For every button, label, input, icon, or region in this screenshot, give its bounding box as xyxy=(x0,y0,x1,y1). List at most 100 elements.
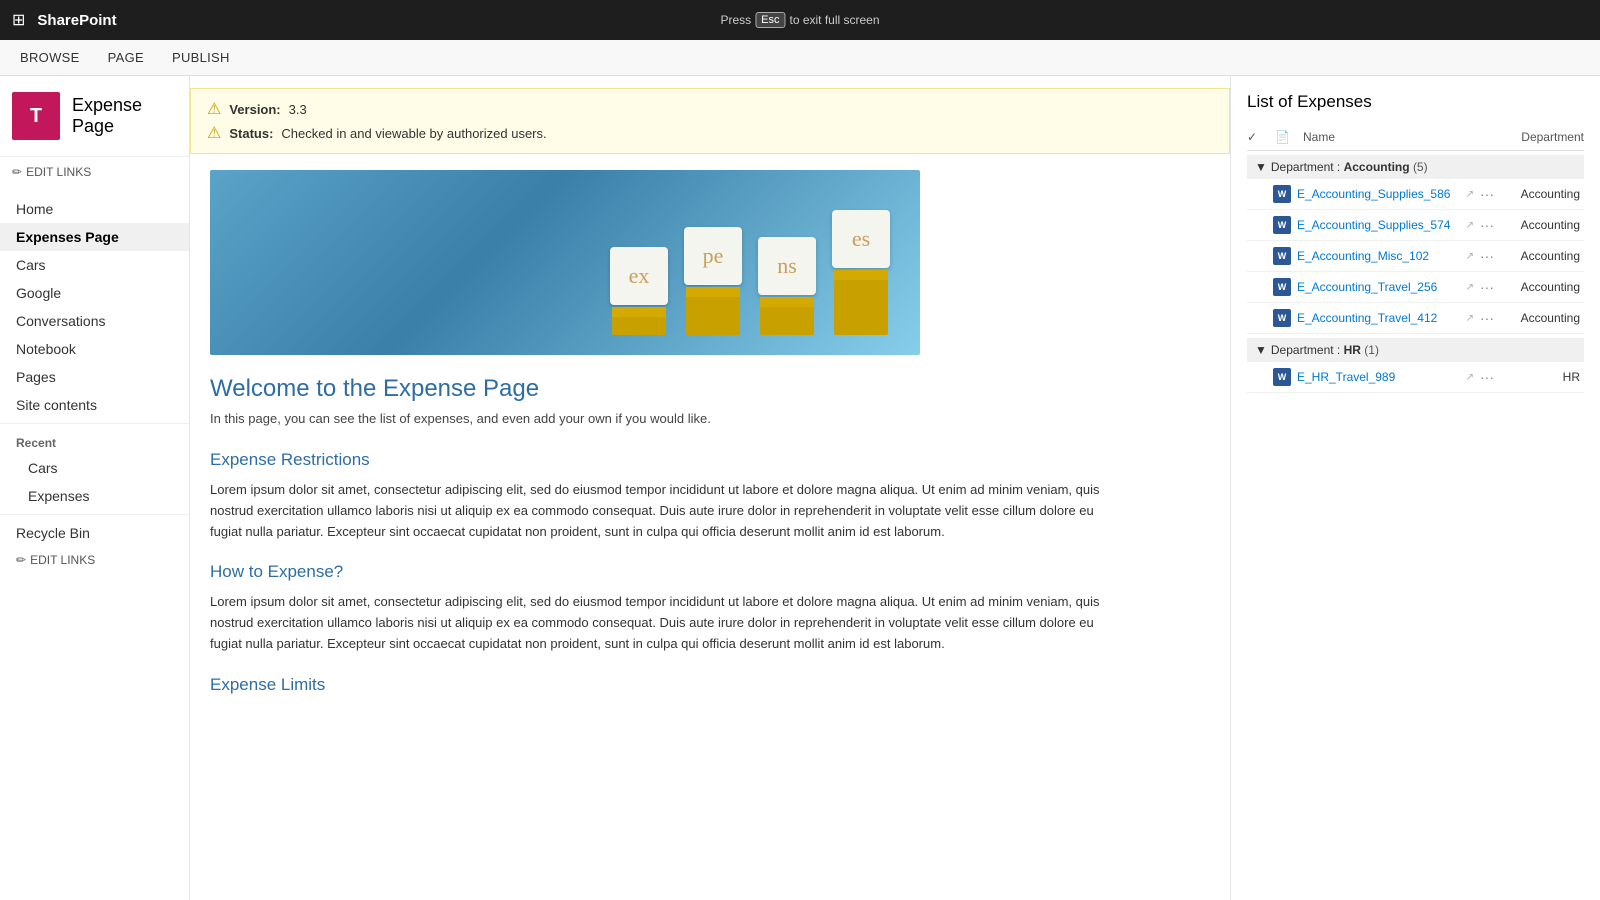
file-icon-4: W xyxy=(1273,278,1291,296)
coin-base-3 xyxy=(760,297,814,335)
ribbon-tab-browse[interactable]: BROWSE xyxy=(16,42,84,73)
welcome-subtitle: In this page, you can see the list of ex… xyxy=(210,411,1110,426)
sidebar-item-home[interactable]: Home xyxy=(0,195,189,223)
col-icon-header: 📄 xyxy=(1275,130,1295,144)
warning-icon: ⚠ xyxy=(207,99,221,119)
collapse-hr-icon: ▼ xyxy=(1255,343,1267,357)
expense-dept-1: Accounting xyxy=(1500,187,1580,201)
top-bar: ⊞ SharePoint Press Esc to exit full scre… xyxy=(0,0,1600,40)
file-icon-2: W xyxy=(1273,216,1291,234)
sidebar-item-recent-expenses[interactable]: Expenses xyxy=(0,482,189,510)
link-icon-1: ↗ xyxy=(1466,189,1474,200)
expense-name-hr-1[interactable]: E_HR_Travel_989 xyxy=(1297,370,1460,384)
section-title-restrictions: Expense Restrictions xyxy=(210,450,1110,470)
version-banner: ⚠ Version: 3.3 ⚠ Status: Checked in and … xyxy=(190,88,1230,154)
status-row: ⚠ Status: Checked in and viewable by aut… xyxy=(207,123,1213,143)
sidebar-item-pages[interactable]: Pages xyxy=(0,363,189,391)
sidebar-item-recent-cars[interactable]: Cars xyxy=(0,454,189,482)
link-icon-2: ↗ xyxy=(1466,220,1474,231)
expense-row-accounting-3[interactable]: W E_Accounting_Misc_102 ↗ ··· Accounting xyxy=(1247,241,1584,272)
pencil-icon: ✏ xyxy=(12,165,22,179)
main-content: Welcome to the Expense Page In this page… xyxy=(190,375,1130,695)
sidebar-divider xyxy=(0,423,189,424)
page-title: Expense Page xyxy=(72,95,177,137)
coin-stack-2: pe xyxy=(684,227,742,335)
coin-tile-4: es xyxy=(832,210,890,268)
ribbon-bar: BROWSE PAGE PUBLISH xyxy=(0,40,1600,76)
recycle-bin[interactable]: Recycle Bin xyxy=(0,519,189,547)
ribbon-tab-publish[interactable]: PUBLISH xyxy=(168,42,234,73)
dept-group-hr-label: Department : HR (1) xyxy=(1271,343,1379,357)
pencil-bottom-icon: ✏ xyxy=(16,553,26,567)
waffle-icon[interactable]: ⊞ xyxy=(12,10,25,30)
expense-row-hr-1[interactable]: W E_HR_Travel_989 ↗ ··· HR xyxy=(1247,362,1584,393)
expense-name-4[interactable]: E_Accounting_Travel_256 xyxy=(1297,280,1460,294)
edit-links-bottom-button[interactable]: ✏ EDIT LINKS xyxy=(0,547,189,573)
expense-row-accounting-1[interactable]: W E_Accounting_Supplies_586 ↗ ··· Accoun… xyxy=(1247,179,1584,210)
sidebar-divider-2 xyxy=(0,514,189,515)
avatar: T xyxy=(12,92,60,140)
sidebar-item-google[interactable]: Google xyxy=(0,279,189,307)
edit-links-bottom-label: EDIT LINKS xyxy=(30,553,95,567)
collapse-accounting-icon: ▼ xyxy=(1255,160,1267,174)
expense-row-accounting-4[interactable]: W E_Accounting_Travel_256 ↗ ··· Accounti… xyxy=(1247,272,1584,303)
edit-links-top-button[interactable]: ✏ EDIT LINKS xyxy=(12,163,177,181)
more-icon-1[interactable]: ··· xyxy=(1480,186,1494,202)
more-icon-5[interactable]: ··· xyxy=(1480,310,1494,326)
more-icon-4[interactable]: ··· xyxy=(1480,279,1494,295)
file-icon-1: W xyxy=(1273,185,1291,203)
expense-name-1[interactable]: E_Accounting_Supplies_586 xyxy=(1297,187,1460,201)
dept-group-hr[interactable]: ▼ Department : HR (1) xyxy=(1247,338,1584,362)
coin-stack-4: es xyxy=(832,210,890,335)
status-value: Checked in and viewable by authorized us… xyxy=(281,126,546,141)
sidebar-item-notebook[interactable]: Notebook xyxy=(0,335,189,363)
version-value: 3.3 xyxy=(289,102,307,117)
user-area: T Expense Page xyxy=(0,76,189,157)
coin-base-1 xyxy=(612,307,666,335)
expense-name-2[interactable]: E_Accounting_Supplies_574 xyxy=(1297,218,1460,232)
sidebar-item-site-contents[interactable]: Site contents xyxy=(0,391,189,419)
esc-hint: Press Esc to exit full screen xyxy=(720,12,879,28)
version-row: ⚠ Version: 3.3 xyxy=(207,99,1213,119)
expense-name-3[interactable]: E_Accounting_Misc_102 xyxy=(1297,249,1460,263)
file-icon-3: W xyxy=(1273,247,1291,265)
coin-tile-1: ex xyxy=(610,247,668,305)
coin-base-2 xyxy=(686,287,740,335)
hero-image: ex pe ns es xyxy=(210,170,920,355)
status-label: Status: xyxy=(229,126,273,141)
sidebar-item-cars[interactable]: Cars xyxy=(0,251,189,279)
app-title: SharePoint xyxy=(37,12,116,29)
ribbon-tab-page[interactable]: PAGE xyxy=(104,42,148,73)
dept-group-accounting-label: Department : Accounting (5) xyxy=(1271,160,1428,174)
more-icon-2[interactable]: ··· xyxy=(1480,217,1494,233)
expense-row-accounting-2[interactable]: W E_Accounting_Supplies_574 ↗ ··· Accoun… xyxy=(1247,210,1584,241)
expense-dept-2: Accounting xyxy=(1500,218,1580,232)
more-icon-hr-1[interactable]: ··· xyxy=(1480,369,1494,385)
esc-hint-prefix: Press xyxy=(720,13,751,27)
coin-base-4 xyxy=(834,270,888,335)
sidebar-item-expenses-page[interactable]: Expenses Page xyxy=(0,223,189,251)
warning-icon-2: ⚠ xyxy=(207,123,221,143)
expense-row-accounting-5[interactable]: W E_Accounting_Travel_412 ↗ ··· Accounti… xyxy=(1247,303,1584,334)
dept-group-accounting[interactable]: ▼ Department : Accounting (5) xyxy=(1247,155,1584,179)
expense-name-5[interactable]: E_Accounting_Travel_412 xyxy=(1297,311,1460,325)
more-icon-3[interactable]: ··· xyxy=(1480,248,1494,264)
section-body-how-to: Lorem ipsum dolor sit amet, consectetur … xyxy=(210,592,1110,654)
sidebar-item-conversations[interactable]: Conversations xyxy=(0,307,189,335)
expense-dept-3: Accounting xyxy=(1500,249,1580,263)
coin-stack-1: ex xyxy=(610,247,668,335)
file-icon-hr-1: W xyxy=(1273,368,1291,386)
expense-table-header: ✓ 📄 Name Department xyxy=(1247,124,1584,151)
coin-tile-2: pe xyxy=(684,227,742,285)
col-check-header: ✓ xyxy=(1247,130,1267,144)
recent-label: Recent xyxy=(0,428,189,454)
col-name-header: Name xyxy=(1303,130,1486,144)
content-and-panel: ⚠ Version: 3.3 ⚠ Status: Checked in and … xyxy=(190,76,1600,900)
coin-tile-3: ns xyxy=(758,237,816,295)
coin-stack-3: ns xyxy=(758,237,816,335)
welcome-title: Welcome to the Expense Page xyxy=(210,375,1110,403)
content-scroll: ⚠ Version: 3.3 ⚠ Status: Checked in and … xyxy=(190,76,1230,900)
section-body-restrictions: Lorem ipsum dolor sit amet, consectetur … xyxy=(210,480,1110,542)
edit-links-top-label: EDIT LINKS xyxy=(26,165,91,179)
expense-dept-hr-1: HR xyxy=(1500,370,1580,384)
